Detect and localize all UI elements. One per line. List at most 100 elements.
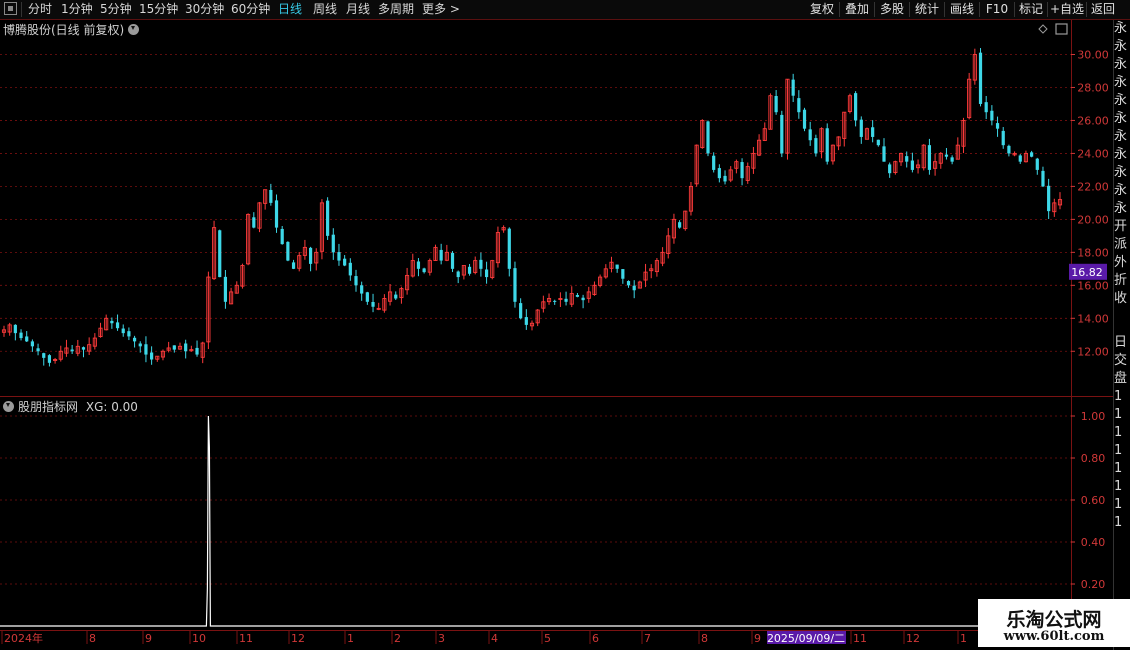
info-glyph: 1 — [1114, 461, 1123, 476]
candle-body — [223, 276, 228, 302]
candle-body — [484, 269, 489, 278]
info-glyph: 永 — [1114, 75, 1128, 90]
candle-body — [70, 349, 74, 352]
chevron-down-icon[interactable] — [3, 401, 14, 412]
candle-body — [19, 332, 23, 339]
candle-body — [854, 93, 858, 121]
indicator-tick-label: 0.20 — [1081, 578, 1106, 591]
info-glyph: 1 — [1114, 479, 1123, 494]
info-glyph: 永 — [1114, 183, 1128, 198]
info-glyph: 永 — [1114, 201, 1128, 216]
time-tick-label: 5 — [544, 632, 551, 645]
candle-body — [621, 269, 625, 279]
candle-body — [859, 119, 863, 137]
time-tick-label: 12 — [291, 632, 305, 645]
candle-body — [47, 355, 52, 363]
candle-body — [479, 259, 483, 269]
price-tick-label: 12.00 — [1077, 345, 1109, 358]
price-tick-label: 26.00 — [1077, 114, 1109, 127]
candle-body — [564, 298, 568, 302]
candle-body — [780, 114, 784, 154]
current-price-label: 16.82 — [1071, 266, 1103, 279]
diamond-icon — [1038, 24, 1048, 34]
price-tick-label: 30.00 — [1077, 48, 1109, 61]
candle-body — [439, 249, 443, 261]
chevron-down-icon[interactable] — [128, 24, 140, 35]
watermark-url: www.60lt.com — [1003, 629, 1105, 644]
indicator-tick-label: 0.60 — [1081, 494, 1106, 507]
info-glyph: 永 — [1114, 111, 1128, 126]
info-glyph: 日 — [1114, 335, 1128, 350]
candle-body — [910, 160, 914, 170]
time-tick-label: 8 — [89, 632, 96, 645]
watermark-logo: 乐淘公式网 www.60lt.com — [978, 599, 1130, 647]
info-glyph: 永 — [1114, 165, 1128, 180]
candle-body — [394, 294, 398, 299]
info-glyph: 折 — [1114, 273, 1128, 288]
price-tick-label: 22.00 — [1077, 180, 1109, 193]
indicator-tick-label: 1.00 — [1081, 410, 1106, 423]
candle-body — [519, 303, 523, 319]
candle-body — [195, 347, 199, 355]
candle-body — [1030, 152, 1034, 157]
candle-body — [291, 262, 296, 269]
candle-body — [30, 341, 34, 347]
candle-body — [252, 217, 256, 228]
time-tick-label: 6 — [592, 632, 599, 645]
candle-body — [416, 261, 421, 269]
time-tick-label: 11 — [239, 632, 253, 645]
time-tick-label: 9 — [754, 632, 761, 645]
indicator-tick-label: 0.40 — [1081, 536, 1106, 549]
candle-body — [615, 264, 619, 269]
candle-body — [1047, 185, 1051, 212]
info-glyph: 1 — [1114, 389, 1123, 404]
candle-body — [1007, 145, 1011, 154]
xg-signal-line — [0, 415, 1071, 627]
candle-body — [927, 145, 932, 170]
candle-body — [280, 228, 284, 245]
price-tick-label: 20.00 — [1077, 213, 1109, 226]
time-tick-label: 4 — [491, 632, 498, 645]
candle-body — [184, 343, 188, 352]
candle-body — [326, 200, 330, 236]
candle-body — [110, 320, 114, 324]
candle-body — [150, 352, 154, 360]
candle-body — [1001, 130, 1005, 146]
info-glyph: 1 — [1114, 497, 1123, 512]
price-tick-label: 28.00 — [1077, 81, 1109, 94]
candle-body — [456, 271, 460, 278]
indicator-name: 股朋指标网 — [18, 400, 79, 414]
maximize-icon — [1055, 23, 1068, 35]
kline-chart[interactable]: 12.00 14.00 16.00 18.00 20.00 22.00 24.00 26.00… — [0, 0, 1130, 650]
info-glyph: 1 — [1114, 443, 1123, 458]
right-info-column: 永 永 永 永 永 永 永 永 永 永 永 开 派 外 折 收 日 交 盘 1 … — [1114, 20, 1130, 640]
candle-body — [286, 241, 290, 261]
candle-body — [995, 123, 1000, 129]
candle-body — [365, 292, 369, 302]
candle-body — [269, 189, 273, 203]
candle-body — [797, 98, 801, 113]
info-glyph: 1 — [1114, 515, 1123, 530]
candle-body — [888, 164, 892, 174]
candle-body — [723, 175, 727, 182]
indicator-title: 股朋指标网 XG: 0.00 — [3, 398, 138, 415]
candle-body — [1041, 170, 1045, 187]
time-tick-label: 2 — [394, 632, 401, 645]
info-glyph: 永 — [1114, 39, 1128, 54]
info-glyph: 永 — [1114, 129, 1128, 144]
candle-body — [343, 258, 347, 266]
candle-body — [42, 353, 46, 358]
candle-body — [984, 102, 988, 113]
candle-body — [172, 345, 176, 350]
candle-body — [990, 110, 994, 121]
time-tick-label: 1 — [960, 632, 967, 645]
candle-body — [13, 324, 17, 334]
candle-body — [905, 156, 909, 162]
candle-body — [274, 200, 279, 228]
info-glyph: 开 — [1114, 219, 1128, 234]
indicator-readout: XG: 0.00 — [85, 400, 138, 414]
candle-body — [950, 157, 954, 162]
info-glyph: 派 — [1114, 237, 1128, 252]
candle-body — [1035, 158, 1039, 170]
candle-body — [81, 347, 86, 350]
